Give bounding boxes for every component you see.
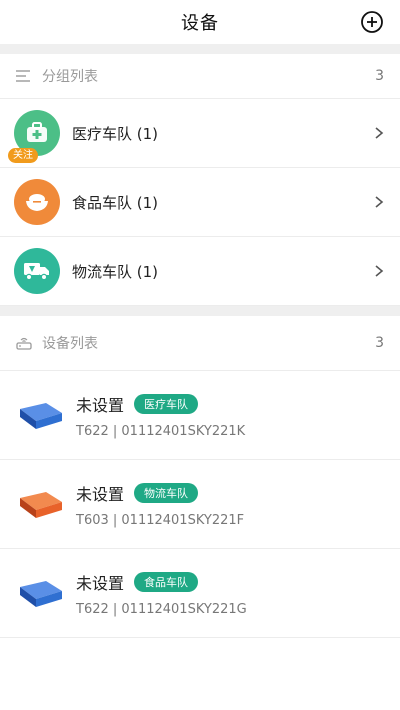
follow-badge: 关注 [8,148,38,163]
chevron-right-icon [375,127,384,139]
group-item-food[interactable]: 食品车队 (1) [0,168,400,237]
device-name: 未设置 [76,573,125,593]
group-tag: 物流车队 [134,482,199,503]
device-row[interactable]: 未设置 物流车队 T603 | 01112401SKY221F [0,460,400,549]
group-tag: 医疗车队 [134,393,199,414]
device-list-title: 设备列表 [42,336,98,352]
group-tag: 食品车队 [134,571,199,592]
device-name: 未设置 [76,395,125,415]
device-list-header: 设备列表 3 [0,316,400,371]
top-bar: 设备 [0,0,400,44]
section-divider [0,306,400,316]
group-label: 食品车队 (1) [72,193,159,212]
food-bowl-icon [14,179,60,225]
chevron-right-icon [375,265,384,277]
group-label: 物流车队 (1) [72,262,159,281]
page-title: 设备 [181,13,219,34]
tracker-device-image [20,581,62,607]
group-item-medical[interactable]: 关注 医疗车队 (1) [0,99,400,168]
group-label: 医疗车队 (1) [72,124,159,143]
group-list-title: 分组列表 [42,69,98,85]
section-divider [0,44,400,54]
device-id: T622 | 01112401SKY221K [76,423,246,439]
tracker-device-image [20,403,62,429]
device-id: T622 | 01112401SKY221G [76,601,247,617]
add-device-button[interactable] [360,10,384,34]
delivery-truck-icon [14,248,60,294]
list-icon [16,68,32,84]
device-id: T603 | 01112401SKY221F [76,512,245,528]
router-icon [16,335,32,351]
group-list-header: 分组列表 3 [0,54,400,99]
device-row[interactable]: 未设置 食品车队 T622 | 01112401SKY221G [0,549,400,638]
chevron-right-icon [375,196,384,208]
device-count: 3 [375,335,384,351]
device-row[interactable]: 未设置 医疗车队 T622 | 01112401SKY221K [0,371,400,460]
device-name: 未设置 [76,484,125,504]
tracker-device-image [20,492,62,518]
group-count: 3 [375,68,384,84]
group-item-logistics[interactable]: 物流车队 (1) [0,237,400,306]
